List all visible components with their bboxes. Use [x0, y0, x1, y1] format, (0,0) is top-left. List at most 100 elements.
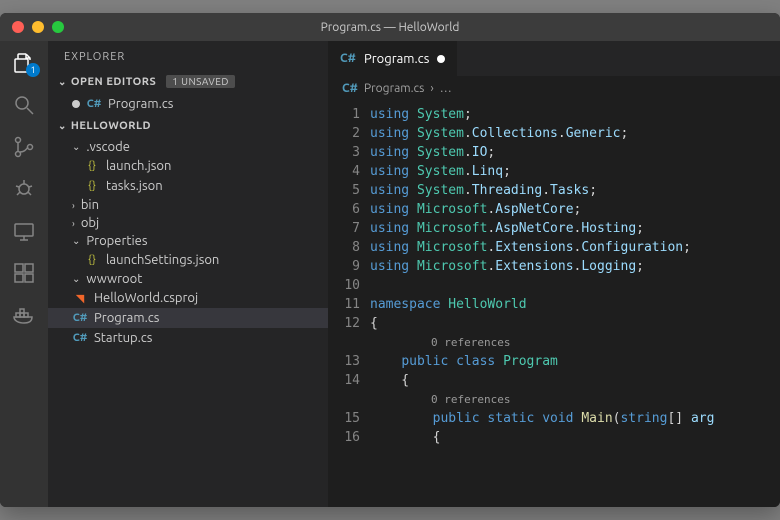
tree-item[interactable]: › obj: [48, 214, 328, 232]
code-line: using Microsoft.Extensions.Logging;: [370, 257, 780, 276]
line-number: 3: [328, 143, 360, 162]
chevron-down-icon: ⌄: [58, 120, 67, 132]
open-editors-tree: C# Program.cs: [48, 92, 328, 116]
json-icon: {}: [84, 252, 100, 268]
line-gutter: 12345678910111213141516: [328, 101, 370, 507]
line-number: 4: [328, 162, 360, 181]
chevron-icon: ›: [72, 218, 75, 229]
chevron-down-icon: ⌄: [58, 76, 67, 88]
sidebar: EXPLORER ⌄ OPEN EDITORS 1 UNSAVED C# Pro…: [48, 41, 328, 507]
line-number: 11: [328, 295, 360, 314]
line-number: 16: [328, 428, 360, 447]
csharp-icon: C#: [340, 52, 356, 65]
code-line: using Microsoft.AspNetCore.Hosting;: [370, 219, 780, 238]
code-line: [370, 276, 780, 295]
line-number: 12: [328, 314, 360, 333]
app-window: Program.cs — HelloWorld 1: [0, 13, 780, 507]
chevron-icon: ⌄: [72, 235, 80, 247]
line-number: 1: [328, 105, 360, 124]
chevron-icon: ⌄: [72, 141, 80, 153]
code-line: using System.IO;: [370, 143, 780, 162]
remote-icon[interactable]: [12, 219, 36, 243]
maximize-window-button[interactable]: [52, 21, 64, 33]
json-icon: {}: [84, 158, 100, 174]
file-label: Startup.cs: [94, 331, 152, 345]
code-lines: using System;using System.Collections.Ge…: [370, 101, 780, 507]
workspace-section[interactable]: ⌄ HELLOWORLD: [48, 116, 328, 136]
tree-item[interactable]: C# Startup.cs: [48, 328, 328, 348]
file-label: launch.json: [106, 159, 171, 173]
rss-icon: ◥: [72, 290, 88, 306]
csharp-icon: C#: [86, 96, 102, 112]
tree-item[interactable]: {} tasks.json: [48, 176, 328, 196]
codelens[interactable]: 0 references: [370, 333, 780, 352]
line-number: 14: [328, 371, 360, 390]
tree-item[interactable]: › bin: [48, 196, 328, 214]
window-title: Program.cs — HelloWorld: [0, 21, 780, 34]
json-icon: {}: [84, 178, 100, 194]
dirty-indicator: [72, 100, 80, 108]
activity-bar: 1: [0, 41, 48, 507]
line-number: 2: [328, 124, 360, 143]
source-control-icon[interactable]: [12, 135, 36, 159]
code-line: using System.Collections.Generic;: [370, 124, 780, 143]
tree-item[interactable]: ⌄ wwwroot: [48, 270, 328, 288]
search-icon[interactable]: [12, 93, 36, 117]
close-window-button[interactable]: [12, 21, 24, 33]
csharp-icon: C#: [342, 82, 358, 95]
sidebar-title: EXPLORER: [48, 41, 328, 71]
titlebar: Program.cs — HelloWorld: [0, 13, 780, 41]
breadcrumb-sep: ›: [430, 82, 433, 95]
window-body: 1 EXPLORER ⌄ OP: [0, 41, 780, 507]
code-editor[interactable]: 12345678910111213141516 using System;usi…: [328, 101, 780, 507]
unsaved-badge: 1 UNSAVED: [166, 75, 235, 88]
minimize-window-button[interactable]: [32, 21, 44, 33]
explorer-badge: 1: [26, 63, 40, 77]
line-number: 13: [328, 352, 360, 371]
code-line: public class Program: [370, 352, 780, 371]
line-number: 15: [328, 409, 360, 428]
debug-icon[interactable]: [12, 177, 36, 201]
code-line: using System;: [370, 105, 780, 124]
tree-item[interactable]: ⌄ .vscode: [48, 138, 328, 156]
open-editors-section[interactable]: ⌄ OPEN EDITORS 1 UNSAVED: [48, 71, 328, 92]
file-label: tasks.json: [106, 179, 163, 193]
tree-item[interactable]: {} launch.json: [48, 156, 328, 176]
code-line: {: [370, 314, 780, 333]
tree-item[interactable]: {} launchSettings.json: [48, 250, 328, 270]
tab-program-cs[interactable]: C# Program.cs: [328, 41, 458, 76]
code-line: using Microsoft.Extensions.Configuration…: [370, 238, 780, 257]
editor-tabs: C# Program.cs: [328, 41, 780, 76]
docker-icon[interactable]: [12, 303, 36, 327]
tree-item[interactable]: C# Program.cs: [48, 308, 328, 328]
line-number: 6: [328, 200, 360, 219]
chevron-icon: ›: [72, 200, 75, 211]
chevron-icon: ⌄: [72, 273, 80, 285]
tree-item[interactable]: ◥ HelloWorld.csproj: [48, 288, 328, 308]
file-label: launchSettings.json: [106, 253, 219, 267]
line-number: 7: [328, 219, 360, 238]
explorer-icon[interactable]: 1: [12, 51, 36, 75]
file-label: obj: [81, 216, 99, 230]
code-line: using System.Linq;: [370, 162, 780, 181]
code-line: {: [370, 371, 780, 390]
file-label: .vscode: [86, 140, 130, 154]
codelens[interactable]: 0 references: [370, 390, 780, 409]
file-label: Properties: [86, 234, 147, 248]
code-line: {: [370, 428, 780, 447]
code-line: using System.Threading.Tasks;: [370, 181, 780, 200]
csharp-icon: C#: [72, 330, 88, 346]
code-line: using Microsoft.AspNetCore;: [370, 200, 780, 219]
dirty-indicator: [437, 55, 445, 63]
file-label: Program.cs: [108, 97, 173, 111]
file-label: Program.cs: [94, 311, 159, 325]
line-number: 9: [328, 257, 360, 276]
tree-item[interactable]: ⌄ Properties: [48, 232, 328, 250]
open-editor-item[interactable]: C# Program.cs: [48, 94, 328, 114]
open-editors-label: OPEN EDITORS: [71, 76, 156, 88]
line-number: 8: [328, 238, 360, 257]
breadcrumb[interactable]: C# Program.cs › …: [328, 76, 780, 101]
code-line: namespace HelloWorld: [370, 295, 780, 314]
extensions-icon[interactable]: [12, 261, 36, 285]
breadcrumb-more: …: [440, 82, 452, 95]
